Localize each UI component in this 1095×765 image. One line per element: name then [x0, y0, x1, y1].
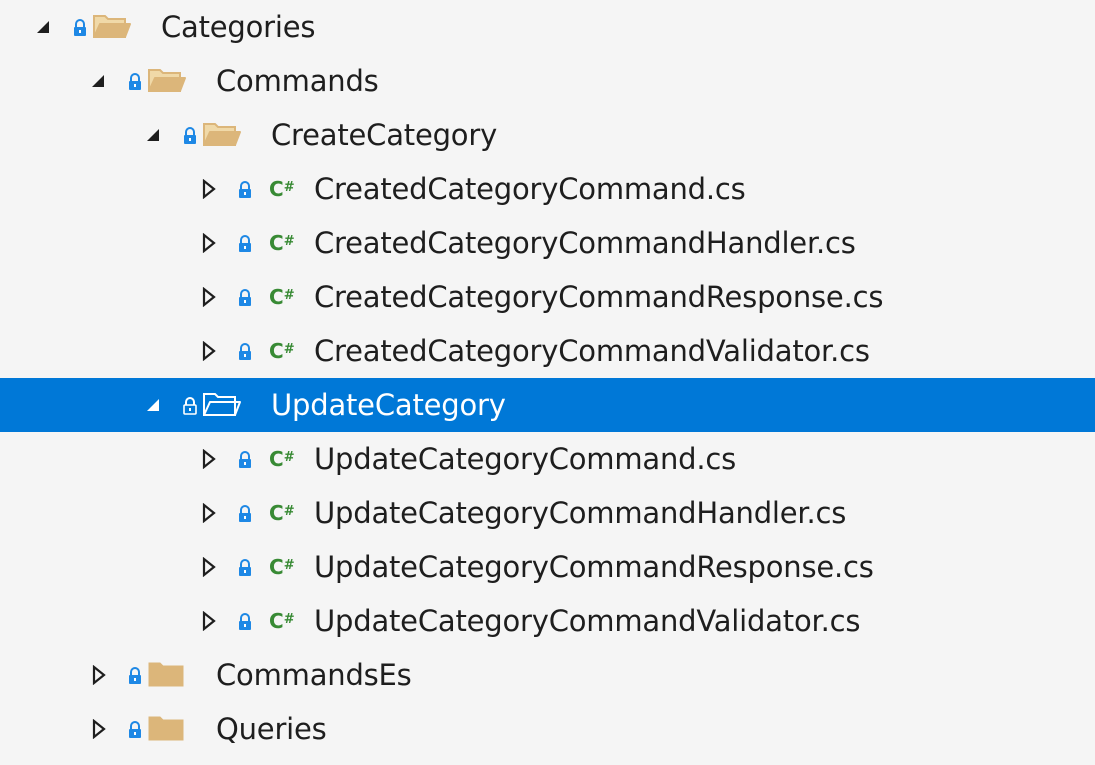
tree-item-queries[interactable]: Queries	[0, 702, 1095, 756]
triangle-collapsed-icon[interactable]	[199, 503, 219, 523]
folder-open-icon	[202, 389, 242, 419]
csharp-file-icon: C#	[269, 339, 295, 363]
folder-open-icon	[202, 119, 242, 149]
tree-item-label: Commands	[216, 64, 379, 98]
lock-icon	[237, 288, 253, 308]
csharp-file-icon: C#	[269, 231, 295, 255]
lock-icon	[237, 558, 253, 578]
triangle-collapsed-icon[interactable]	[199, 287, 219, 307]
tree-item-create-category[interactable]: CreateCategory	[0, 108, 1095, 162]
triangle-collapsed-icon[interactable]	[199, 611, 219, 631]
lock-icon	[182, 126, 198, 146]
triangle-collapsed-icon[interactable]	[89, 665, 109, 685]
lock-icon	[72, 18, 88, 38]
tree-item-label: UpdateCategoryCommandValidator.cs	[314, 604, 861, 638]
triangle-collapsed-icon[interactable]	[199, 179, 219, 199]
csharp-file-icon: C#	[269, 177, 295, 201]
tree-item-label: CreatedCategoryCommandValidator.cs	[314, 334, 870, 368]
tree-item-created-category-command-handler[interactable]: C# CreatedCategoryCommandHandler.cs	[0, 216, 1095, 270]
csharp-file-icon: C#	[269, 555, 295, 579]
lock-icon	[127, 720, 143, 740]
lock-icon	[237, 504, 253, 524]
lock-icon	[127, 72, 143, 92]
triangle-collapsed-icon[interactable]	[199, 557, 219, 577]
tree-item-created-category-command-validator[interactable]: C# CreatedCategoryCommandValidator.cs	[0, 324, 1095, 378]
triangle-expanded-icon[interactable]	[34, 17, 54, 37]
lock-icon	[237, 612, 253, 632]
csharp-file-icon: C#	[269, 501, 295, 525]
lock-icon	[237, 180, 253, 200]
lock-icon	[237, 234, 253, 254]
triangle-collapsed-icon[interactable]	[199, 233, 219, 253]
tree-item-label: CreatedCategoryCommandHandler.cs	[314, 226, 856, 260]
csharp-file-icon: C#	[269, 285, 295, 309]
csharp-file-icon: C#	[269, 447, 295, 471]
triangle-collapsed-icon[interactable]	[199, 341, 219, 361]
tree-item-label: UpdateCategoryCommandHandler.cs	[314, 496, 847, 530]
csharp-file-icon: C#	[269, 609, 295, 633]
tree-item-update-category-command-handler[interactable]: C# UpdateCategoryCommandHandler.cs	[0, 486, 1095, 540]
triangle-collapsed-icon[interactable]	[89, 719, 109, 739]
tree-item-label: UpdateCategoryCommandResponse.cs	[314, 550, 874, 584]
tree-item-label: UpdateCategoryCommand.cs	[314, 442, 737, 476]
lock-icon	[237, 342, 253, 362]
folder-open-icon	[92, 11, 132, 41]
folder-closed-icon	[147, 713, 187, 743]
tree-item-created-category-command-response[interactable]: C# CreatedCategoryCommandResponse.cs	[0, 270, 1095, 324]
tree-item-label: Queries	[216, 712, 327, 746]
lock-icon	[127, 666, 143, 686]
tree-item-label: CreateCategory	[271, 118, 498, 152]
tree-item-commands-es[interactable]: CommandsEs	[0, 648, 1095, 702]
tree-item-label: CommandsEs	[216, 658, 412, 692]
tree-item-label: Categories	[161, 10, 316, 44]
triangle-expanded-icon[interactable]	[89, 71, 109, 91]
tree-item-commands[interactable]: Commands	[0, 54, 1095, 108]
tree-item-update-category-command[interactable]: C# UpdateCategoryCommand.cs	[0, 432, 1095, 486]
folder-closed-icon	[147, 659, 187, 689]
tree-item-label: UpdateCategory	[271, 388, 506, 422]
tree-item-label: CreatedCategoryCommandResponse.cs	[314, 280, 884, 314]
lock-icon	[182, 396, 198, 416]
solution-explorer-tree: Categories Commands CreateCategory C# Create…	[0, 0, 1095, 765]
tree-item-label: CreatedCategoryCommand.cs	[314, 172, 746, 206]
lock-icon	[237, 450, 253, 470]
folder-open-icon	[147, 65, 187, 95]
tree-item-update-category-command-response[interactable]: C# UpdateCategoryCommandResponse.cs	[0, 540, 1095, 594]
triangle-collapsed-icon[interactable]	[199, 449, 219, 469]
tree-item-update-category-command-validator[interactable]: C# UpdateCategoryCommandValidator.cs	[0, 594, 1095, 648]
tree-item-created-category-command[interactable]: C# CreatedCategoryCommand.cs	[0, 162, 1095, 216]
tree-item-update-category[interactable]: UpdateCategory	[0, 378, 1095, 432]
triangle-expanded-icon[interactable]	[144, 125, 164, 145]
tree-item-categories[interactable]: Categories	[0, 0, 1095, 54]
triangle-expanded-icon[interactable]	[144, 395, 164, 415]
